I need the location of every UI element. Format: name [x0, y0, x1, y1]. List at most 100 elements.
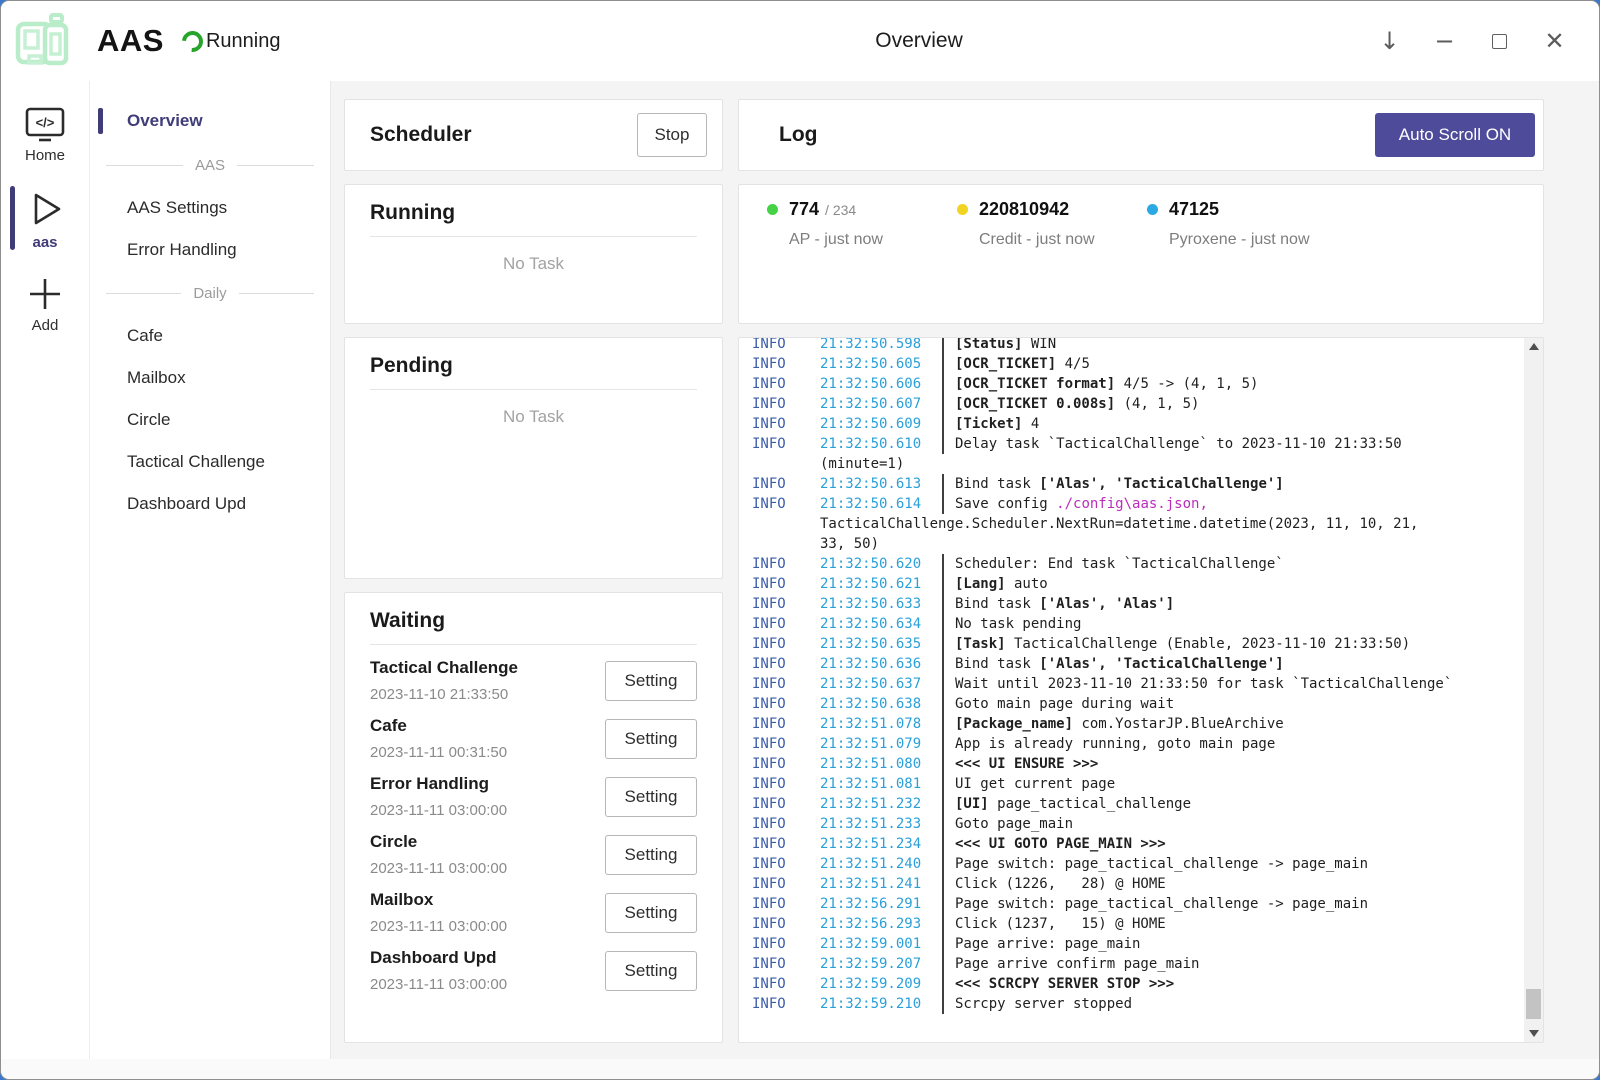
pending-empty-text: No Task: [370, 407, 697, 427]
log-title: Log: [779, 123, 817, 147]
log-line: INFO21:32:51.232[UI] page_tactical_chall…: [752, 794, 1524, 814]
log-line: INFO21:32:56.291Page switch: page_tactic…: [752, 894, 1524, 914]
divider: [370, 644, 697, 645]
sidebar-item-label: Cafe: [127, 326, 163, 346]
log-line: INFO21:32:51.241Click (1226, 28) @ HOME: [752, 874, 1524, 894]
log-line: INFO21:32:50.613Bind task ['Alas', 'Tact…: [752, 474, 1524, 494]
log-line: INFO21:32:56.293Click (1237, 15) @ HOME: [752, 914, 1524, 934]
minimize-icon: −: [1434, 27, 1454, 55]
task-next-run-time: 2023-11-10 21:33:50: [370, 686, 518, 703]
divider: [370, 389, 697, 390]
waiting-task-info: Mailbox 2023-11-11 03:00:00: [370, 890, 507, 935]
waiting-card: Waiting Tactical Challenge 2023-11-10 21…: [344, 592, 723, 1043]
stat-value-row: 220810942: [957, 199, 1147, 220]
log-line: INFO21:32:51.080<<< UI ENSURE >>>: [752, 754, 1524, 774]
stop-button[interactable]: Stop: [637, 113, 707, 157]
log-line: INFO21:32:50.633Bind task ['Alas', 'Alas…: [752, 594, 1524, 614]
log-line: INFO21:32:50.635[Task] TacticalChallenge…: [752, 634, 1524, 654]
sidebar-item-cafe[interactable]: Cafe: [90, 315, 330, 357]
scroll-down-arrow-icon[interactable]: [1524, 1025, 1543, 1042]
setting-button[interactable]: Setting: [605, 951, 697, 991]
running-status-label: Running: [206, 30, 281, 53]
home-code-monitor-icon: </>: [25, 107, 65, 143]
sidebar-item-dashboard-upd[interactable]: Dashboard Upd: [90, 483, 330, 525]
maximize-icon: [1492, 34, 1507, 49]
maximize-button[interactable]: [1483, 25, 1516, 58]
sidebar-item-label: Tactical Challenge: [127, 452, 265, 472]
log-line: INFO21:32:50.607[OCR_TICKET 0.008s] (4, …: [752, 394, 1524, 414]
log-header-card: Log Auto Scroll ON: [738, 99, 1544, 171]
waiting-task-info: Circle 2023-11-11 03:00:00: [370, 832, 507, 877]
task-name: Mailbox: [370, 890, 507, 910]
setting-button[interactable]: Setting: [605, 661, 697, 701]
stat-credit: 220810942 Credit - just now: [957, 199, 1147, 323]
sidebar-item-circle[interactable]: Circle: [90, 399, 330, 441]
sidebar-item-error-handling[interactable]: Error Handling: [90, 229, 330, 271]
nav-section-aas: AAS: [90, 143, 330, 187]
scrollbar-thumb[interactable]: [1526, 989, 1541, 1019]
window-title: Overview: [875, 29, 963, 53]
log-line: INFO21:32:51.078[Package_name] com.Yosta…: [752, 714, 1524, 734]
setting-button[interactable]: Setting: [605, 835, 697, 875]
waiting-task-info: Error Handling 2023-11-11 03:00:00: [370, 774, 507, 819]
waiting-task-info: Tactical Challenge 2023-11-10 21:33:50: [370, 658, 518, 703]
log-line: INFO21:32:51.079App is already running, …: [752, 734, 1524, 754]
log-line: INFO21:32:50.598[Status] WIN: [752, 337, 1524, 354]
log-line: INFO21:32:50.634No task pending: [752, 614, 1524, 634]
task-next-run-time: 2023-11-11 03:00:00: [370, 802, 507, 819]
app-logo-icon: [11, 10, 75, 72]
sidebar-active-indicator: [98, 108, 103, 134]
log-line: INFO21:32:50.621[Lang] auto: [752, 574, 1524, 594]
log-line: INFO21:32:59.209<<< SCRCPY SERVER STOP >…: [752, 974, 1524, 994]
log-line: INFO21:32:50.610Delay task `TacticalChal…: [752, 434, 1524, 454]
stat-suffix: / 234: [825, 202, 856, 218]
scheduler-title: Scheduler: [370, 123, 472, 147]
log-line: INFO21:32:50.614Save config ./config\aas…: [752, 494, 1524, 514]
stat-value: 47125: [1169, 199, 1219, 220]
log-line: INFO21:32:51.240Page switch: page_tactic…: [752, 854, 1524, 874]
waiting-task-row: Mailbox 2023-11-11 03:00:00 Setting: [370, 890, 697, 935]
minimize-button[interactable]: −: [1428, 25, 1461, 58]
stat-label: Pyroxene - just now: [1169, 231, 1337, 249]
content-row: </> Home aas Add: [1, 81, 1599, 1059]
titlebar: AAS Running Overview ↓ − ✕: [1, 1, 1599, 81]
setting-button[interactable]: Setting: [605, 777, 697, 817]
sidebar-item-tactical-challenge[interactable]: Tactical Challenge: [90, 441, 330, 483]
update-button[interactable]: ↓: [1373, 25, 1406, 58]
sidebar-item-aas-settings[interactable]: AAS Settings: [90, 187, 330, 229]
divider: [106, 165, 183, 166]
divider: [239, 293, 314, 294]
task-name: Cafe: [370, 716, 507, 736]
waiting-task-row: Cafe 2023-11-11 00:31:50 Setting: [370, 716, 697, 761]
down-arrow-icon: ↓: [1379, 27, 1399, 55]
spinner-icon: [178, 26, 208, 56]
scroll-up-arrow-icon[interactable]: [1524, 338, 1543, 355]
log-scrollbar[interactable]: [1524, 338, 1543, 1042]
log-line: 33, 50): [752, 534, 1524, 554]
running-empty-text: No Task: [370, 254, 697, 274]
pending-card: Pending No Task: [344, 337, 723, 579]
task-next-run-time: 2023-11-11 03:00:00: [370, 860, 507, 877]
auto-scroll-button[interactable]: Auto Scroll ON: [1375, 113, 1535, 157]
task-name: Circle: [370, 832, 507, 852]
rail-item-aas[interactable]: aas: [1, 180, 89, 261]
rail-item-add[interactable]: Add: [1, 267, 89, 344]
task-next-run-time: 2023-11-11 03:00:00: [370, 976, 507, 993]
waiting-title: Waiting: [370, 609, 697, 633]
stat-label: Credit - just now: [979, 231, 1147, 249]
running-status: Running: [182, 30, 281, 53]
log-line: INFO21:32:50.638Goto main page during wa…: [752, 694, 1524, 714]
sidebar-item-mailbox[interactable]: Mailbox: [90, 357, 330, 399]
log-line: INFO21:32:50.637Wait until 2023-11-10 21…: [752, 674, 1524, 694]
pending-title: Pending: [370, 354, 697, 378]
svg-text:</>: </>: [36, 115, 55, 130]
app-window: AAS Running Overview ↓ − ✕ </> Home: [0, 0, 1600, 1080]
log-line: INFO21:32:51.234<<< UI GOTO PAGE_MAIN >>…: [752, 834, 1524, 854]
log-console[interactable]: INFO21:32:50.598[Status] WIN INFO21:32:50…: [738, 337, 1544, 1043]
close-button[interactable]: ✕: [1538, 25, 1571, 58]
rail-item-home[interactable]: </> Home: [1, 99, 89, 174]
task-name: Tactical Challenge: [370, 658, 518, 678]
setting-button[interactable]: Setting: [605, 893, 697, 933]
sidebar-item-overview[interactable]: Overview: [90, 103, 330, 139]
setting-button[interactable]: Setting: [605, 719, 697, 759]
